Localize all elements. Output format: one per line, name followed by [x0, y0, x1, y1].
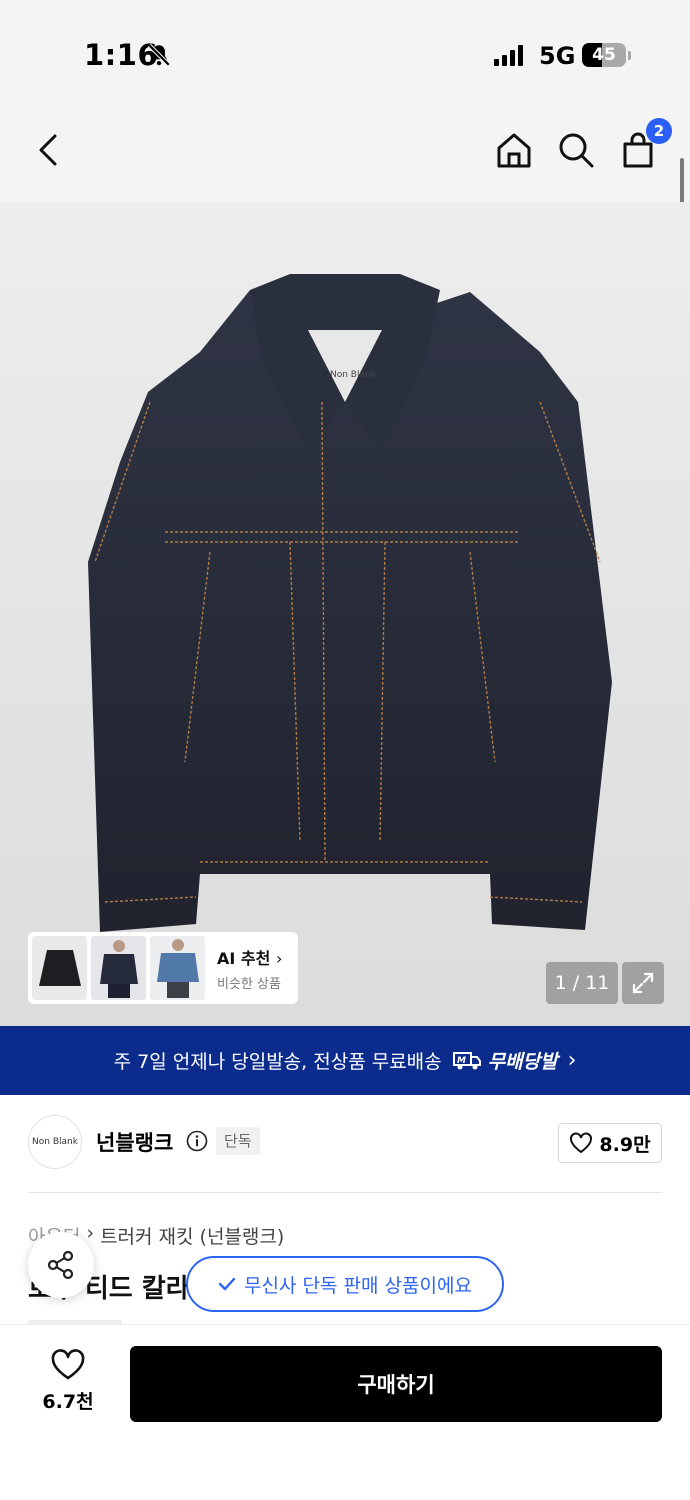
svg-text:M: M: [457, 1056, 466, 1066]
brand-name[interactable]: 넌블랭크: [96, 1127, 173, 1157]
brand-logo-text: Non Blank: [32, 1137, 78, 1147]
banner-brand-label: 무배당발: [487, 1051, 558, 1073]
back-button[interactable]: [24, 126, 72, 174]
banner-brand: M 무배당발: [452, 1047, 558, 1074]
check-icon: [218, 1277, 236, 1291]
battery-level: 45: [592, 45, 616, 65]
share-button[interactable]: [28, 1232, 94, 1298]
cart-button[interactable]: 2: [614, 118, 672, 174]
heart-icon: [570, 1132, 593, 1154]
image-pager: 1 / 11: [546, 962, 618, 1004]
share-icon: [47, 1250, 74, 1280]
ai-recommend-card[interactable]: AI 추천 › 비슷한 상품: [28, 932, 298, 1004]
delivery-truck-icon: M: [452, 1051, 481, 1069]
ai-recommend-title: AI 추천: [217, 948, 271, 968]
product-image: Non Blank: [88, 274, 612, 932]
recommend-thumb-3[interactable]: [150, 936, 205, 1000]
wishlist-button[interactable]: 6.7천: [28, 1349, 108, 1414]
search-button[interactable]: [552, 126, 600, 174]
label-text: Non Blank: [330, 370, 377, 380]
expand-icon: [632, 972, 654, 994]
home-icon: [497, 133, 531, 168]
brand-like-count: 8.9만: [599, 1133, 651, 1156]
battery-tip: [628, 51, 631, 60]
delivery-banner[interactable]: 주 7일 언제나 당일발송, 전상품 무료배송 M 무배당발 ›: [0, 1026, 690, 1095]
brand-like-button[interactable]: 8.9만: [558, 1123, 662, 1163]
ai-recommend-subtitle: 비슷한 상품: [217, 976, 281, 992]
brand-row: Non Blank 넌블랭크 단독 8.9만: [28, 1115, 662, 1171]
chevron-left-icon: [39, 134, 57, 166]
heart-icon: [51, 1349, 85, 1380]
cellular-signal-icon: [494, 44, 523, 66]
home-button[interactable]: [490, 126, 538, 174]
battery-icon: 45: [582, 43, 626, 67]
info-icon[interactable]: [186, 1130, 208, 1152]
divider: [28, 1192, 662, 1193]
banner-text: 주 7일 언제나 당일발송, 전상품 무료배송: [113, 1051, 442, 1073]
exclusive-badge: 단독: [216, 1127, 260, 1155]
network-type: 5G: [539, 42, 576, 70]
chevron-right-icon: ›: [275, 948, 283, 968]
recommend-thumb-2[interactable]: [91, 936, 146, 1000]
ai-recommend-text: AI 추천 › 비슷한 상품: [217, 945, 282, 992]
wishlist-count: 6.7천: [42, 1391, 94, 1413]
top-nav: 2: [0, 100, 690, 202]
toast-text: 무신사 단독 판매 상품이에요: [244, 1274, 472, 1297]
chevron-right-icon: ›: [567, 1048, 577, 1073]
bell-muted-icon: [147, 43, 171, 67]
product-image-gallery[interactable]: Non Blank AI 추천 › 비슷한 상품 1 / 11: [0, 202, 690, 1026]
recommend-thumb-1[interactable]: [32, 936, 87, 1000]
breadcrumb-item[interactable]: 트러커 재킷 (넌블랭크): [100, 1222, 284, 1249]
status-bar: 1:16 5G 45: [0, 0, 690, 100]
bottom-action-bar: 6.7천 구매하기: [0, 1324, 690, 1500]
exclusive-toast: 무신사 단독 판매 상품이에요: [186, 1256, 504, 1312]
buy-button[interactable]: 구매하기: [130, 1346, 662, 1422]
expand-button[interactable]: [622, 962, 664, 1004]
cart-count-badge: 2: [646, 118, 672, 144]
brand-logo[interactable]: Non Blank: [28, 1115, 82, 1169]
search-icon: [559, 133, 594, 168]
